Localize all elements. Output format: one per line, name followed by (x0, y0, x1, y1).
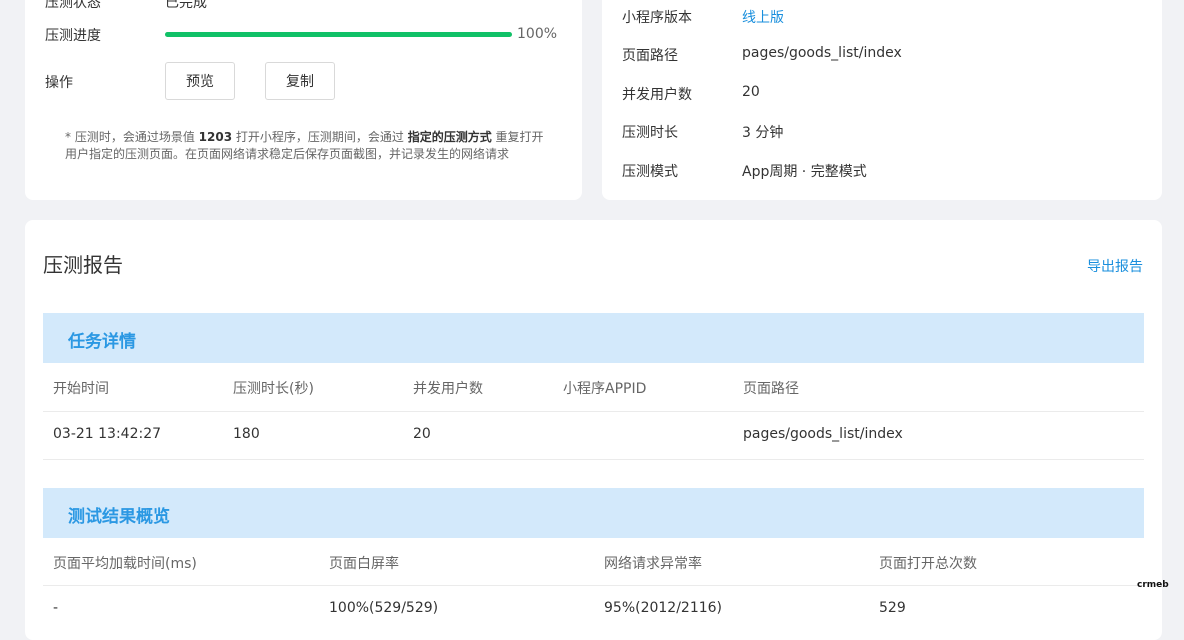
config-label-version: 小程序版本 (622, 10, 692, 26)
summary-header: 测试结果概览 (43, 488, 1144, 538)
config-label-users: 并发用户数 (622, 87, 692, 103)
progress-bar (165, 32, 512, 37)
config-value-duration: 3 分钟 (742, 125, 784, 141)
config-value-users: 20 (742, 84, 760, 100)
task-col-start-time: 开始时间 (53, 381, 109, 397)
test-config-card: 小程序版本 线上版 页面路径 pages/goods_list/index 并发… (602, 0, 1162, 200)
config-label-mode: 压测模式 (622, 164, 678, 180)
note-line-2: 用户指定的压测页面。在页面网络请求稳定后保存页面截图，并记录发生的网络请求 (65, 147, 510, 161)
test-status-card: 压测状态 已完成 压测进度 100% 操作 预览 复制 * 压测时，会通过场景值… (25, 0, 582, 200)
task-col-path: 页面路径 (743, 381, 799, 397)
watermark-logo: crmeb (1137, 580, 1169, 590)
task-col-appid: 小程序APPID (563, 381, 647, 397)
task-details-title: 任务详情 (68, 332, 136, 352)
task-row-bottom (43, 459, 1144, 460)
summary-col-open-count: 页面打开总次数 (879, 556, 977, 572)
task-cell-start-time: 03-21 13:42:27 (53, 426, 162, 442)
summary-cell-white-screen: 100%(529/529) (329, 600, 439, 616)
config-label-path: 页面路径 (622, 48, 678, 64)
summary-col-network-error: 网络请求异常率 (604, 556, 702, 572)
export-report-link[interactable]: 导出报告 (1087, 256, 1143, 276)
summary-col-white-screen: 页面白屏率 (329, 556, 399, 572)
task-col-duration: 压测时长(秒) (233, 381, 314, 397)
config-label-duration: 压测时长 (622, 125, 678, 141)
summary-title: 测试结果概览 (68, 507, 170, 527)
stress-test-note: * 压测时，会通过场景值 1203 打开小程序，压测期间，会通过 指定的压测方式… (65, 129, 555, 163)
summary-col-avg-load: 页面平均加载时间(ms) (53, 556, 197, 572)
task-row-divider (43, 411, 1144, 412)
summary-cell-network-error: 95%(2012/2116) (604, 600, 723, 616)
summary-cell-avg-load: - (53, 600, 59, 616)
summary-cell-open-count: 529 (879, 600, 906, 616)
config-value-mode: App周期 · 完整模式 (742, 164, 867, 180)
report-title: 压测报告 (43, 253, 123, 277)
report-card: 压测报告 导出报告 任务详情 开始时间 压测时长(秒) 并发用户数 小程序APP… (25, 220, 1162, 640)
task-details-header: 任务详情 (43, 313, 1144, 363)
config-value-version[interactable]: 线上版 (742, 7, 784, 27)
status-label: 压测状态 (45, 0, 101, 11)
copy-button[interactable]: 复制 (265, 62, 335, 100)
task-cell-users: 20 (413, 426, 431, 442)
progress-text: 100% (517, 26, 558, 42)
status-value: 已完成 (165, 0, 207, 11)
progress-label: 压测进度 (45, 28, 101, 44)
summary-row-divider (43, 585, 1144, 586)
task-col-users: 并发用户数 (413, 381, 483, 397)
task-cell-path: pages/goods_list/index (743, 426, 903, 442)
task-cell-duration: 180 (233, 426, 260, 442)
config-value-path: pages/goods_list/index (742, 45, 902, 61)
actions-label: 操作 (45, 75, 73, 91)
progress-bar-fill (165, 32, 512, 37)
note-line-1: * 压测时，会通过场景值 1203 打开小程序，压测期间，会通过 指定的压测方式… (65, 130, 544, 144)
preview-button[interactable]: 预览 (165, 62, 235, 100)
